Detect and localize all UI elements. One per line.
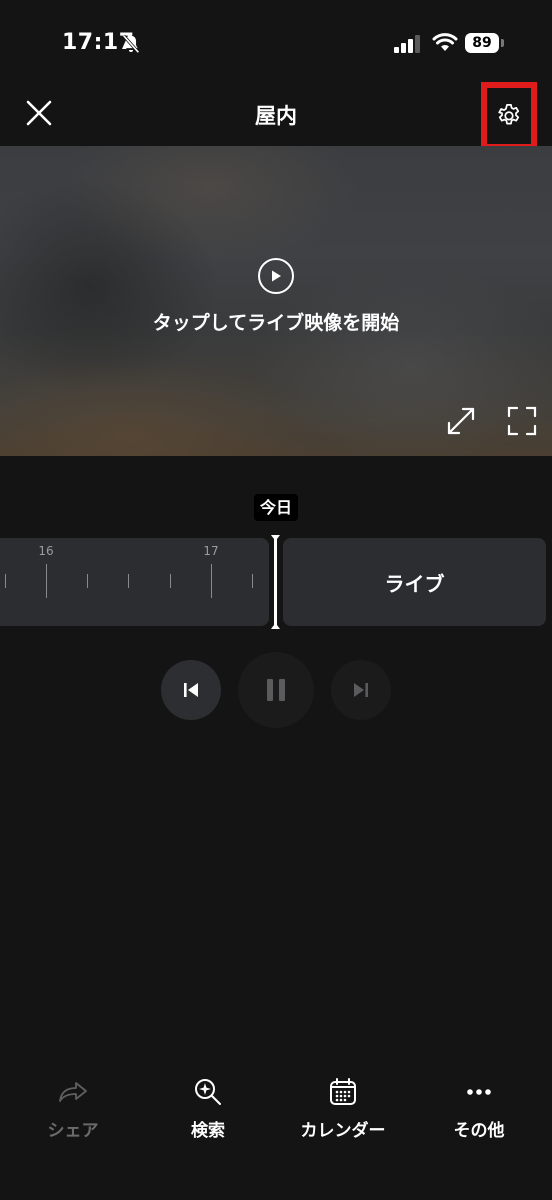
play-live-button[interactable] [258, 258, 294, 294]
page-title: 屋内 [255, 104, 297, 128]
bell-muted-icon [122, 34, 140, 54]
battery-indicator: 89 [465, 33, 504, 55]
skip-previous-icon [184, 683, 198, 697]
timeline-tick [252, 574, 253, 588]
fullscreen-icon[interactable] [505, 404, 539, 438]
video-blur [60, 146, 360, 266]
calendar-button[interactable]: カレンダー [283, 1072, 403, 1152]
playhead[interactable] [271, 535, 280, 629]
calendar-label: カレンダー [300, 1121, 386, 1141]
more-button[interactable]: その他 [419, 1072, 539, 1152]
timeline-tick [5, 574, 6, 588]
timeline-track[interactable]: 16 17 [0, 538, 269, 626]
playhead-cap-icon [271, 535, 280, 541]
wifi-icon [432, 33, 458, 51]
share-icon [59, 1082, 87, 1102]
status-bar: 17:17 89 [0, 0, 552, 90]
playhead-cap-icon [271, 623, 280, 629]
share-button[interactable]: シェア [13, 1072, 133, 1152]
live-label: ライブ [384, 571, 445, 596]
next-event-button[interactable] [331, 660, 391, 720]
video-preview[interactable]: タップしてライブ映像を開始 [0, 146, 552, 456]
gear-icon [498, 104, 520, 125]
settings-button[interactable] [481, 82, 537, 150]
signal-icon [394, 35, 420, 53]
share-label: シェア [47, 1121, 99, 1141]
pause-button[interactable] [238, 652, 314, 728]
today-badge: 今日 [254, 494, 298, 521]
tick-label: 16 [38, 544, 54, 558]
live-segment[interactable]: ライブ [283, 538, 546, 626]
search-sparkle-icon [195, 1079, 221, 1105]
previous-event-button[interactable] [161, 660, 221, 720]
search-button[interactable]: 検索 [148, 1072, 268, 1152]
timeline-tick [170, 574, 171, 588]
tick-label: 17 [203, 544, 219, 558]
timeline-tick [87, 574, 88, 588]
play-icon [272, 270, 281, 282]
live-video-hint: タップしてライブ映像を開始 [152, 312, 400, 334]
header: 屋内 [0, 80, 552, 150]
skip-next-icon [354, 683, 368, 697]
battery-level: 89 [472, 35, 492, 51]
video-blur [0, 356, 320, 456]
bottom-toolbar: シェア 検索 カレンダー その他 [0, 1072, 552, 1152]
battery-tip [501, 39, 504, 47]
more-label: その他 [453, 1121, 505, 1141]
timeline-tick [211, 564, 212, 598]
calendar-icon [330, 1078, 356, 1105]
pause-icon [267, 679, 285, 701]
camera-screen: 17:17 89 屋内 タップしてライブ映像を開始 今日 16 17 ライブ シ… [0, 0, 552, 1200]
timeline-tick [46, 564, 47, 598]
search-label: 検索 [191, 1121, 225, 1141]
expand-icon[interactable] [444, 404, 478, 438]
timeline-tick [128, 574, 129, 588]
more-icon [467, 1089, 491, 1095]
